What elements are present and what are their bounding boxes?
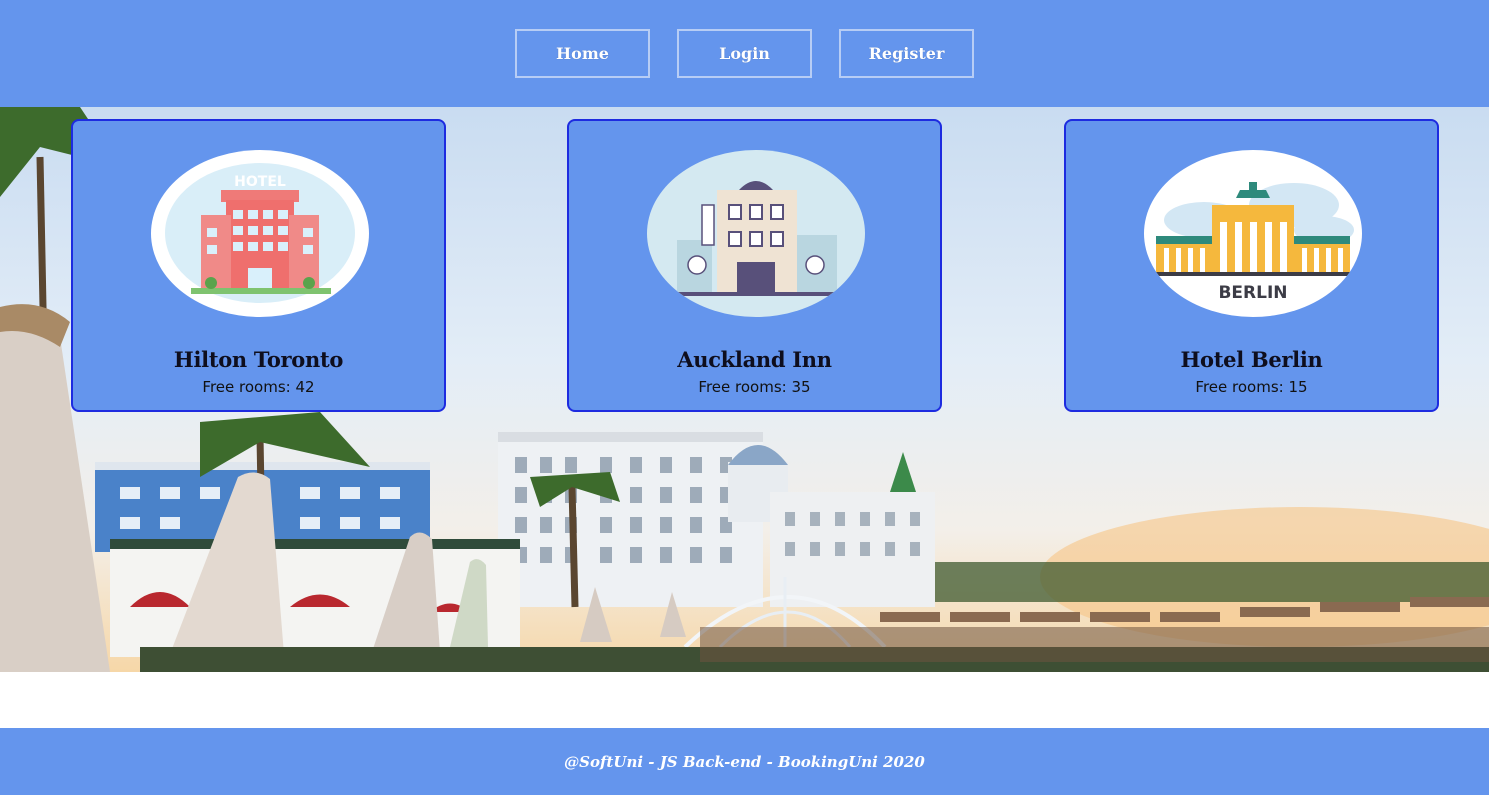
free-rooms-label: Free rooms: 42: [202, 378, 315, 396]
hotel-sign-text: HOTEL: [234, 174, 286, 190]
hotel-name[interactable]: Hotel Berlin: [1066, 347, 1437, 372]
footer-text: @SoftUni - JS Back-end - BookingUni 2020: [564, 752, 925, 771]
home-button[interactable]: Home: [515, 29, 650, 78]
login-button[interactable]: Login: [677, 29, 812, 78]
berlin-label: BERLIN: [1218, 283, 1287, 303]
page-footer: @SoftUni - JS Back-end - BookingUni 2020: [0, 728, 1489, 795]
hero-section: HOTEL Hilton Toronto Free rooms: 42 Auck…: [0, 107, 1489, 672]
free-rooms-label: Free rooms: 35: [698, 378, 811, 396]
hotel-building-image: [647, 150, 865, 317]
hotel-card[interactable]: Auckland Inn Free rooms: 35: [567, 119, 942, 412]
brandenburg-gate-image: BERLIN: [1144, 150, 1362, 317]
hotel-building-image: HOTEL: [151, 150, 369, 317]
free-rooms-label: Free rooms: 15: [1195, 378, 1308, 396]
hotel-card[interactable]: HOTEL Hilton Toronto Free rooms: 42: [71, 119, 446, 412]
hotel-card[interactable]: BERLIN Hotel Berlin Free rooms: 15: [1064, 119, 1439, 412]
register-button[interactable]: Register: [839, 29, 974, 78]
top-navbar: Home Login Register: [0, 0, 1489, 107]
hotel-name[interactable]: Hilton Toronto: [73, 347, 444, 372]
hotel-name[interactable]: Auckland Inn: [569, 347, 940, 372]
